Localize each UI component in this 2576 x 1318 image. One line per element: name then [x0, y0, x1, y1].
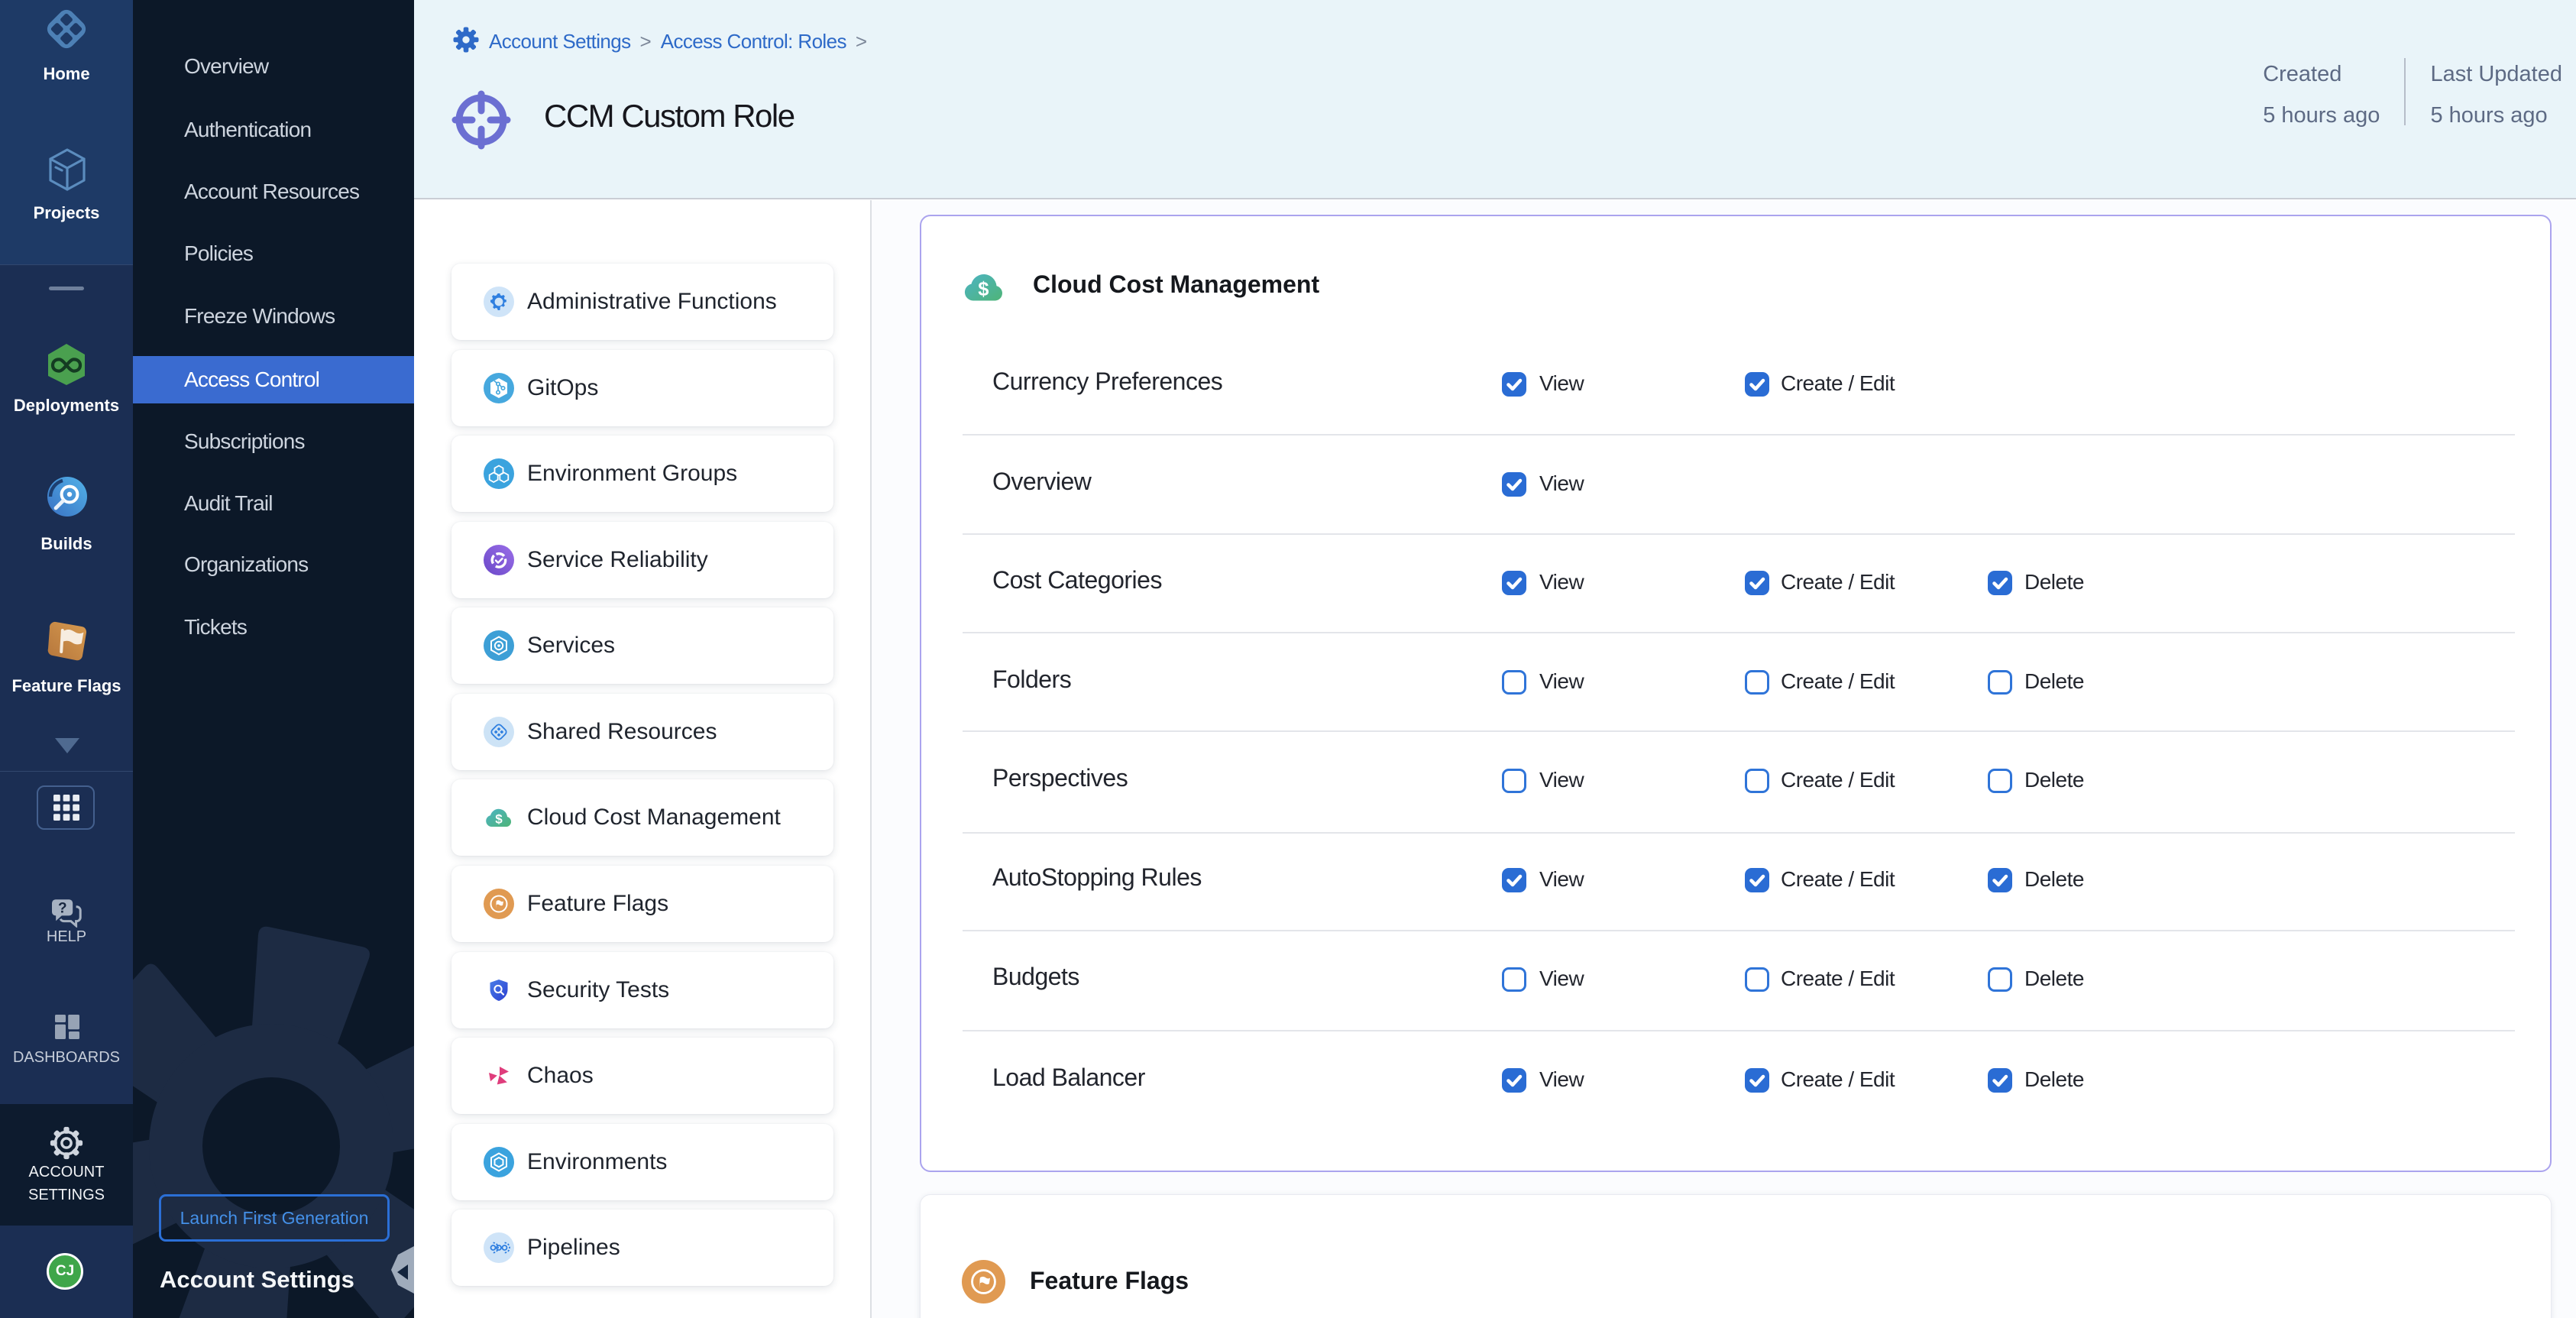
svg-text:?: ?	[58, 900, 67, 916]
svg-text:$: $	[978, 279, 989, 300]
svg-text:$: $	[495, 812, 503, 827]
